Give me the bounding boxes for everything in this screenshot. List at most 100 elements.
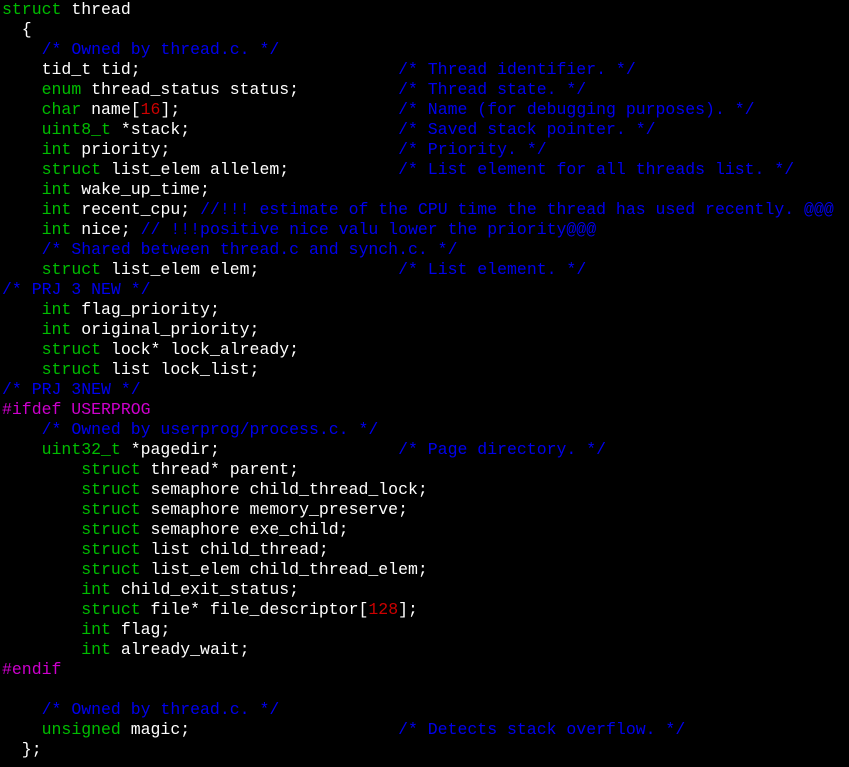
code-line: uint8_t *stack; /* Saved stack pointer. … xyxy=(0,120,849,140)
code-comment: /* Priority. */ xyxy=(398,140,547,159)
code-text: ]; xyxy=(160,100,399,119)
code-text: list lock_list; xyxy=(101,360,260,379)
code-line: struct semaphore exe_child; xyxy=(0,520,849,540)
code-keyword: uint32_t xyxy=(41,440,121,459)
code-text: { xyxy=(2,20,32,39)
code-line: struct semaphore memory_preserve; xyxy=(0,500,849,520)
code-text: list_elem elem; xyxy=(101,260,399,279)
code-keyword: struct xyxy=(81,460,141,479)
code-keyword: struct xyxy=(81,500,141,519)
code-keyword: int xyxy=(41,140,72,159)
code-text: nice; xyxy=(71,220,141,239)
code-keyword: uint8_t xyxy=(41,120,111,139)
code-comment: /* PRJ 3NEW */ xyxy=(2,380,141,399)
code-comment: //!!! estimate of the CPU time the threa… xyxy=(200,200,834,219)
code-text: flag_priority; xyxy=(71,300,220,319)
code-line: int nice; // !!!positive nice valu lower… xyxy=(0,220,849,240)
code-line: int already_wait; xyxy=(0,640,849,660)
code-text: *pagedir; xyxy=(120,440,399,459)
code-number: 128 xyxy=(368,600,399,619)
code-text: magic; xyxy=(120,720,399,739)
code-keyword: struct xyxy=(2,0,62,19)
code-keyword: struct xyxy=(41,160,102,179)
code-line: struct thread* parent; xyxy=(0,460,849,480)
code-line: { xyxy=(0,20,849,40)
code-keyword: enum xyxy=(41,80,82,99)
code-line: int recent_cpu; //!!! estimate of the CP… xyxy=(0,200,849,220)
code-comment: /* Owned by thread.c. */ xyxy=(41,700,280,719)
code-line: /* PRJ 3NEW */ xyxy=(0,380,849,400)
code-line: int child_exit_status; xyxy=(0,580,849,600)
code-text: name[ xyxy=(81,100,141,119)
code-text: list_elem child_thread_elem; xyxy=(140,560,428,579)
code-text: original_priority; xyxy=(71,320,260,339)
code-line: int flag_priority; xyxy=(0,300,849,320)
code-line: struct list child_thread; xyxy=(0,540,849,560)
code-text: semaphore exe_child; xyxy=(140,520,349,539)
code-line: }; xyxy=(0,740,849,760)
code-comment: /* Name (for debugging purposes). */ xyxy=(398,100,755,119)
code-preprocessor: #endif xyxy=(2,660,62,679)
code-keyword: int xyxy=(41,300,72,319)
code-text: }; xyxy=(2,740,42,759)
code-line: struct list_elem child_thread_elem; xyxy=(0,560,849,580)
code-text: lock* lock_already; xyxy=(101,340,300,359)
code-line: int original_priority; xyxy=(0,320,849,340)
code-text: already_wait; xyxy=(110,640,250,659)
code-text: *stack; xyxy=(110,120,399,139)
code-keyword: unsigned xyxy=(41,720,121,739)
code-keyword: int xyxy=(41,320,72,339)
code-keyword: char xyxy=(41,100,82,119)
code-line: /* Shared between thread.c and synch.c. … xyxy=(0,240,849,260)
code-keyword: struct xyxy=(81,520,141,539)
code-keyword: struct xyxy=(81,600,141,619)
code-comment: /* Thread state. */ xyxy=(398,80,587,99)
code-comment: /* Page directory. */ xyxy=(398,440,607,459)
code-comment: /* List element. */ xyxy=(398,260,587,279)
code-line: int wake_up_time; xyxy=(0,180,849,200)
code-comment: /* Saved stack pointer. */ xyxy=(398,120,656,139)
code-text: thread xyxy=(61,0,131,19)
code-keyword: int xyxy=(81,640,111,659)
code-number: 16 xyxy=(140,100,161,119)
code-line: /* Owned by thread.c. */ xyxy=(0,700,849,720)
code-line: struct lock* lock_already; xyxy=(0,340,849,360)
code-text: file* file_descriptor[ xyxy=(140,600,369,619)
code-text: list_elem allelem; xyxy=(101,160,399,179)
code-line: int priority; /* Priority. */ xyxy=(0,140,849,160)
code-line: #ifdef USERPROG xyxy=(0,400,849,420)
code-comment: /* Detects stack overflow. */ xyxy=(398,720,686,739)
code-comment: /* Owned by userprog/process.c. */ xyxy=(41,420,379,439)
code-line: unsigned magic; /* Detects stack overflo… xyxy=(0,720,849,740)
code-keyword: struct xyxy=(41,260,102,279)
code-line: struct list lock_list; xyxy=(0,360,849,380)
code-text: ]; xyxy=(398,600,418,619)
code-text: semaphore memory_preserve; xyxy=(140,500,408,519)
code-comment: /* PRJ 3 NEW */ xyxy=(2,280,151,299)
code-line: struct list_elem elem; /* List element. … xyxy=(0,260,849,280)
code-preprocessor: #ifdef USERPROG xyxy=(2,400,151,419)
code-keyword: struct xyxy=(81,480,141,499)
terminal-window[interactable]: struct thread { /* Owned by thread.c. */… xyxy=(0,0,849,767)
code-text: semaphore child_thread_lock; xyxy=(140,480,428,499)
code-text: thread_status status; xyxy=(81,80,399,99)
code-line: struct thread xyxy=(0,0,849,20)
